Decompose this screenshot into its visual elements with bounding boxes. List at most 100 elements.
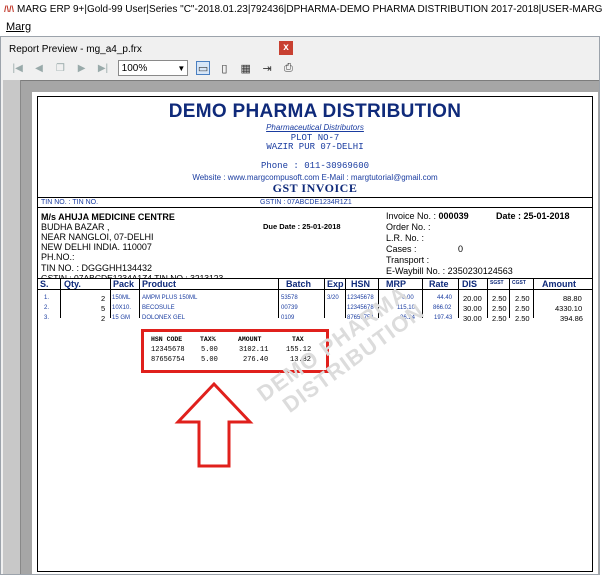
tax-cell: 276.40	[243, 356, 269, 364]
tin-bar: TIN NO. : TIN NO. GSTIN : 07ABCDE1234R1Z…	[38, 197, 592, 208]
zoom-value: 100%	[121, 62, 148, 74]
cell-batch: 0109	[281, 315, 295, 321]
cell-pack: 150ML	[112, 295, 131, 301]
cell-rate: 866.02	[433, 305, 452, 311]
col-divider	[458, 278, 459, 318]
tax-header-taxpct: TAX%	[200, 336, 216, 343]
gstin-top: GSTIN : 07ABCDE1234R1Z1	[260, 199, 352, 206]
order-no: Order No. :	[386, 222, 431, 232]
col-divider	[60, 278, 61, 318]
menu-marg[interactable]: Marg	[6, 21, 31, 33]
export-icon[interactable]: ⇥	[260, 61, 273, 75]
col-divider	[110, 278, 111, 318]
multi-page-icon[interactable]: ▦	[239, 61, 252, 75]
preview-toolbar: |◀ ◀ ❐ ▶ ▶| 100% ▼ ▭ ▯ ▦ ⇥ ⎙	[5, 58, 295, 78]
cell-dis: 20.00	[463, 294, 482, 303]
col-batch: Batch	[286, 279, 312, 289]
cell-exp: 3/20	[327, 295, 339, 301]
col-qty: Qty.	[64, 279, 81, 289]
close-icon[interactable]: x	[279, 41, 293, 55]
invoice-date: Date : 25-01-2018	[496, 211, 570, 221]
company-phone: Phone : 011-30969600	[260, 161, 370, 171]
tax-header-amount: AMOUNT	[238, 336, 262, 343]
document-title: GST INVOICE	[272, 181, 358, 195]
cell-sgst: 2.50	[492, 314, 507, 323]
cell-batch: 53578	[281, 295, 298, 301]
app-title-bar: /\/\ MARG ERP 9+|Gold-99 User|Series "C"…	[0, 0, 606, 18]
cell-product: BECOSULE	[142, 305, 175, 311]
col-divider	[487, 278, 488, 318]
cell-s: 2.	[44, 305, 50, 311]
cell-qty: 2	[101, 314, 106, 323]
marg-logo-icon: /\/\	[4, 4, 15, 14]
zoom-select[interactable]: 100% ▼	[117, 60, 189, 76]
single-page-icon[interactable]: ▭	[196, 61, 210, 75]
invoice-number: 000039	[438, 211, 469, 221]
col-divider	[324, 278, 325, 318]
col-amount: Amount	[542, 279, 576, 289]
tax-header-tax: TAX	[292, 336, 304, 343]
invoice-no-label: Invoice No. :	[386, 211, 437, 221]
tax-cell: 87656754	[151, 356, 185, 364]
cell-amount: 88.80	[563, 294, 582, 303]
col-rate: Rate	[429, 279, 449, 289]
cell-s: 3.	[44, 315, 50, 321]
invoice-border: DEMO PHARMA DISTRIBUTION Pharmaceutical …	[37, 96, 593, 572]
app-menu-bar: Marg	[0, 18, 606, 36]
cell-amount: 4330.10	[555, 304, 583, 313]
col-cgst: CGST	[512, 280, 526, 286]
customer-line-1: BUDHA BAZAR ,	[41, 222, 110, 232]
cell-sgst: 2.50	[492, 294, 507, 303]
cases-value: 0	[458, 244, 464, 254]
cell-rate: 197.43	[434, 315, 453, 321]
cell-pack: 15 GM	[112, 315, 131, 321]
last-page-icon[interactable]: ▶|	[96, 63, 109, 74]
address-line-2: WAZIR PUR 07-DELHI	[266, 142, 364, 152]
col-divider	[278, 278, 279, 318]
tin-left: TIN NO. : TIN NO.	[41, 199, 99, 206]
app-title: MARG ERP 9+|Gold-99 User|Series "C"-2018…	[17, 3, 603, 15]
arrow-up-icon	[174, 381, 254, 468]
col-hsn: HSN	[351, 279, 371, 289]
customer-line-2: NEAR NANGLOI, 07-DELHI	[41, 232, 154, 242]
tax-cell: 5.00	[201, 346, 218, 354]
customer-line-3: NEW DELHI INDIA. 110007	[41, 242, 152, 252]
customer-phone: PH.NO.:	[41, 252, 75, 262]
prev-page-icon[interactable]: ◀	[32, 63, 45, 74]
cases: Cases :	[386, 244, 417, 254]
col-divider	[533, 278, 534, 318]
invoice-page: DEMO PHARMA DISTRIBUTION Pharmaceutical …	[32, 92, 598, 574]
company-subtitle: Pharmaceutical Distributors	[266, 123, 364, 132]
ewaybill: E-Waybill No. : 2350230124563	[386, 266, 513, 276]
transport: Transport :	[386, 255, 430, 265]
col-divider	[509, 278, 510, 318]
company-name: DEMO PHARMA DISTRIBUTION	[168, 101, 462, 122]
customer-name: M/s AHUJA MEDICINE CENTRE	[41, 212, 175, 222]
lr-no: L.R. No. :	[386, 233, 425, 243]
two-page-icon[interactable]: ▯	[218, 61, 231, 75]
cell-cgst: 2.50	[515, 304, 530, 313]
col-divider	[345, 278, 346, 318]
due-date: Due Date : 25-01-2018	[263, 222, 341, 231]
col-divider	[139, 278, 140, 318]
copy-icon[interactable]: ❐	[54, 63, 67, 74]
col-exp: Exp	[327, 279, 344, 289]
invoice-number-row: Invoice No. : 000039	[386, 211, 469, 221]
print-icon[interactable]: ⎙	[282, 61, 295, 75]
cell-rate: 44.40	[437, 295, 453, 301]
cell-cgst: 2.50	[515, 314, 530, 323]
customer-tin: TIN NO. : DGGGHH134432	[41, 263, 153, 273]
first-page-icon[interactable]: |◀	[11, 63, 24, 74]
chevron-down-icon: ▼	[177, 63, 186, 73]
col-sgst: SGST	[490, 280, 504, 286]
col-product: Product	[142, 279, 177, 289]
next-page-icon[interactable]: ▶	[75, 63, 88, 74]
vertical-scrollbar[interactable]	[3, 80, 21, 574]
tax-cell: 12345678	[151, 346, 185, 354]
cell-amount: 394.86	[560, 314, 583, 323]
col-s: S.	[40, 279, 49, 289]
cell-cgst: 2.50	[515, 294, 530, 303]
cell-pack: 10X10.	[112, 305, 132, 311]
cell-sgst: 2.50	[492, 304, 507, 313]
cell-qty: 2	[101, 294, 106, 303]
